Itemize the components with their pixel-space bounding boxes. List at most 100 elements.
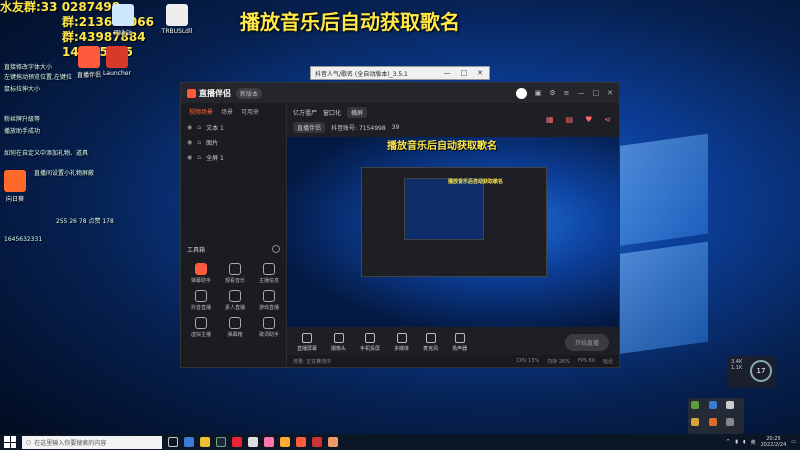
tab-video-scene[interactable]: 视频场景 — [189, 107, 213, 116]
source-toolbar: 直播屏幕 摄像头 手机投屏 多媒体 麦克风 扬声器 开始直播 — [287, 327, 619, 357]
app-icon[interactable] — [232, 437, 242, 447]
tray-app-icon[interactable] — [726, 417, 735, 426]
window-mode[interactable]: 窗口化 — [323, 108, 341, 117]
minimize-icon[interactable]: — — [578, 89, 585, 97]
tool-lyrics[interactable]: 歌词助手 — [253, 317, 285, 338]
tool-douyin-live[interactable]: 抖音直播 — [185, 290, 217, 311]
desktop-icon-trbus[interactable]: TRBUSLdll — [150, 4, 204, 35]
gift-icon[interactable]: ▦ — [546, 115, 554, 124]
mini-window[interactable]: 抖音人气/歌名 (全自动版本)_3.5.1 — □ ✕ — [310, 66, 490, 80]
search-placeholder: 在这里输入你要搜索的内容 — [34, 439, 107, 447]
input-method-icon[interactable]: 英 — [751, 439, 756, 446]
memory-usage: 内存 26% — [547, 358, 570, 365]
menu-icon[interactable]: ≡ — [564, 89, 570, 97]
fps-readout: FPS 60 — [577, 357, 595, 364]
tool-amateur-live[interactable]: 素人直播 — [219, 290, 251, 311]
phone-cast-button[interactable]: 手机投屏 — [360, 332, 380, 352]
add-tool-icon[interactable] — [272, 245, 280, 253]
status-bar: 流量: 正在推流中 CPU 13% 内存 26% FPS 60 延迟 — [287, 355, 619, 367]
app-icon[interactable] — [328, 437, 338, 447]
tool-music[interactable]: 观看音乐 — [219, 263, 251, 284]
clock[interactable]: 20:25 2022/2/24 — [761, 436, 787, 448]
left-note: 粉丝牌升级等 — [4, 116, 41, 123]
usb-icon[interactable] — [726, 401, 735, 409]
tray-app-icon[interactable] — [691, 417, 699, 426]
left-note: 左键拖动预览位置,左键拉 — [4, 74, 72, 81]
toolbox-title: 工具箱 — [187, 247, 206, 254]
eye-icon[interactable]: ◉ — [187, 139, 192, 146]
tab-available[interactable]: 可用来 — [241, 107, 259, 116]
shield-icon[interactable] — [708, 401, 717, 409]
live-companion-window: 直播伴侣 新版本 ▣ ⚙ ≡ — □ ✕ 视频场景 场景 可用来 ◉ ⌂ 文本 … — [180, 82, 620, 368]
edge-icon[interactable] — [184, 437, 194, 447]
fan-line-1: 水友群:33 — [0, 0, 58, 14]
steam-icon[interactable] — [216, 437, 226, 447]
eye-icon[interactable]: ◉ — [187, 154, 192, 161]
scene-item[interactable]: ◉ ⌂ 文本 1 — [181, 120, 286, 135]
minimize-icon[interactable]: — — [444, 69, 451, 77]
tab-scene[interactable]: 场景 — [221, 107, 233, 116]
sunflower-icon — [4, 170, 26, 192]
desktop-icon-recycle-bin[interactable]: 回收站 — [96, 4, 150, 37]
lock-icon[interactable]: ⌂ — [197, 139, 201, 146]
avatar[interactable] — [515, 87, 527, 99]
network-icon[interactable]: ▮ — [735, 439, 738, 445]
maximize-icon[interactable]: □ — [461, 69, 468, 77]
lock-icon[interactable]: ⌂ — [197, 154, 201, 161]
microphone-button[interactable]: 麦克风 — [423, 332, 438, 352]
maximize-icon[interactable]: □ — [593, 89, 600, 97]
tool-game-live[interactable]: 游戏直播 — [253, 290, 285, 311]
screen-icon — [302, 332, 312, 343]
add-camera-button[interactable]: 摄像头 — [331, 332, 346, 352]
close-icon[interactable]: ✕ — [607, 89, 613, 97]
volume-icon[interactable]: ◖ — [743, 439, 746, 445]
chevron-up-icon[interactable]: ^ — [726, 439, 730, 445]
game-title[interactable]: 亿万僵尸 — [293, 108, 317, 117]
system-tray: ^ ▮ ◖ 英 20:25 2022/2/24 ▭ — [726, 436, 796, 448]
orientation-tag[interactable]: 横屏 — [347, 107, 368, 118]
eye-icon[interactable]: ◉ — [187, 124, 192, 131]
version-badge[interactable]: 新版本 — [236, 87, 263, 99]
stream-preview[interactable]: 播放音乐后自动获取歌名 播放音乐后自动获取歌名 — [287, 137, 619, 327]
settings-icon[interactable]: ⚙ — [549, 89, 555, 97]
share-icon[interactable]: ⋖ — [604, 115, 611, 124]
scene-item[interactable]: ◉ ⌂ 全屏 1 — [181, 150, 286, 165]
windows-start-icon[interactable] — [4, 436, 16, 448]
chrome-icon[interactable] — [248, 437, 258, 447]
toolbox-header: 工具箱 — [187, 245, 280, 254]
folder-icon[interactable] — [200, 437, 210, 447]
task-view-icon[interactable] — [168, 437, 178, 447]
tool-host-info[interactable]: 主播信息 — [253, 263, 285, 284]
tool-danmaku-box[interactable]: 弹幕箱 — [219, 317, 251, 338]
tray-app-icon[interactable] — [708, 417, 717, 426]
lyrics-icon — [263, 317, 275, 329]
network-gauge-widget[interactable]: 3.4K 1.1K 17 — [728, 356, 776, 388]
app-icon[interactable] — [280, 437, 290, 447]
app-icon[interactable] — [264, 437, 274, 447]
phone-icon — [365, 332, 376, 343]
tray-app-icon[interactable] — [691, 401, 699, 409]
message-icon[interactable]: ▣ — [535, 89, 542, 97]
live-icon — [195, 290, 207, 302]
tool-virtual-host[interactable]: 虚拟主播 — [185, 317, 217, 338]
left-note: 直播间设置小礼物屏蔽 — [34, 170, 95, 177]
danmaku-icon — [195, 263, 207, 275]
start-live-button[interactable]: 开始直播 — [564, 333, 609, 351]
notification-icon[interactable]: ▭ — [791, 439, 796, 445]
shop-icon[interactable]: ▤ — [566, 115, 574, 124]
live-companion-taskbar-icon[interactable] — [296, 437, 306, 447]
lock-icon[interactable]: ⌂ — [197, 124, 201, 131]
speaker-button[interactable]: 扬声器 — [452, 332, 467, 352]
close-icon[interactable]: ✕ — [477, 69, 483, 77]
multimedia-button[interactable]: 多媒体 — [394, 332, 409, 352]
scene-item[interactable]: ◉ ⌂ 图片 — [181, 135, 286, 150]
app-icon[interactable] — [312, 437, 322, 447]
info-icon — [263, 263, 275, 275]
desktop-icon-launcher[interactable]: Launcher — [90, 46, 144, 77]
taskbar-search-input[interactable]: ○ 在这里输入你要搜索的内容 — [22, 435, 162, 449]
search-icon: ○ — [26, 438, 32, 446]
heart-icon[interactable]: ♥ — [585, 115, 592, 124]
file-icon — [166, 4, 188, 26]
tool-danmaku[interactable]: 弹幕助手 — [185, 263, 217, 284]
add-screen-button[interactable]: 直播屏幕 — [297, 332, 317, 352]
